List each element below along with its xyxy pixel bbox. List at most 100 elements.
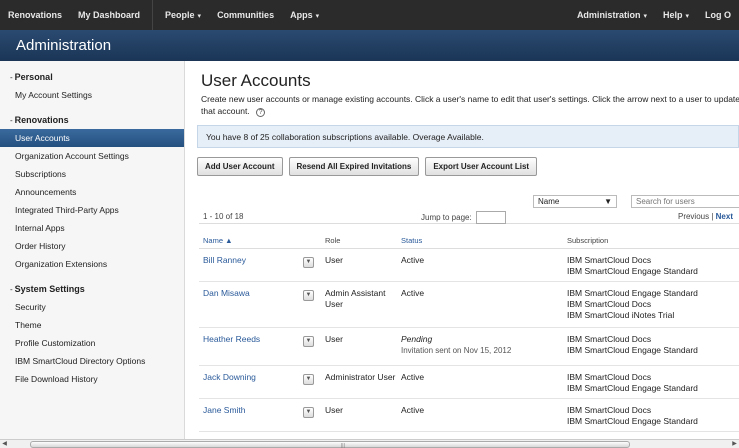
column-header-role: Role (325, 236, 341, 245)
sidebar-item[interactable]: Security (0, 298, 184, 316)
user-name-link[interactable]: Dan Misawa (199, 288, 303, 327)
scrollbar-thumb[interactable]: ||| (30, 441, 630, 448)
admin-header: Administration (0, 30, 739, 61)
table-row: Jane Smith ▼ User Active IBM SmartCloud Docs… (199, 399, 739, 432)
chevron-down-icon[interactable]: ▼ (303, 336, 314, 347)
subscription-item: IBM SmartCloud Docs (567, 255, 652, 265)
sidebar-item[interactable]: IBM SmartCloud Directory Options (0, 352, 184, 370)
sidebar-item[interactable]: Integrated Third-Party Apps (0, 201, 184, 219)
column-header-name-label: Name (203, 236, 224, 245)
top-nav-item[interactable]: Administration ▾ (569, 10, 655, 20)
user-subscriptions: IBM SmartCloud Docs IBM SmartCloud Engage… (567, 405, 739, 431)
previous-link[interactable]: Previous (678, 212, 709, 221)
top-nav-item[interactable]: Apps ▾ (282, 10, 327, 20)
add-user-account-button[interactable]: Add User Account (197, 157, 283, 176)
chevron-down-icon: ▾ (643, 13, 647, 20)
top-nav-item-label: Help (662, 10, 683, 20)
sidebar-section-title: System Settings (14, 284, 85, 294)
user-name-link[interactable]: Heather Reeds (199, 334, 303, 365)
collapse-icon: - (10, 116, 13, 125)
sidebar-section-header[interactable]: - Renovations (0, 112, 184, 129)
subscription-item: IBM SmartCloud Docs (567, 372, 652, 382)
sidebar-item[interactable]: Organization Extensions (0, 255, 184, 273)
subscription-item: IBM SmartCloud Engage Standard (567, 345, 698, 355)
top-nav-item[interactable]: Help ▾ (655, 10, 697, 20)
sidebar-item[interactable]: My Account Settings (0, 86, 184, 104)
horizontal-scrollbar[interactable]: ◀ ||| ▶ (0, 439, 739, 448)
header-title: Administration (16, 37, 112, 54)
status-value: Active (401, 288, 425, 298)
sidebar-item[interactable]: User Accounts (0, 129, 184, 147)
collapse-icon: - (10, 285, 13, 294)
chevron-down-icon: ▾ (197, 13, 202, 20)
filter-row: Name ▼ (533, 195, 739, 208)
row-action-cell: ▼ (303, 405, 325, 431)
scrollbar-grip-icon: ||| (341, 443, 345, 448)
sidebar-item[interactable]: File Download History (0, 370, 184, 388)
column-header-status[interactable]: Status (401, 236, 567, 245)
sidebar-section-header[interactable]: - System Settings (0, 281, 184, 298)
chevron-down-icon[interactable]: ▼ (303, 374, 314, 385)
user-status: Active (401, 288, 567, 327)
subscription-item: IBM SmartCloud Docs (567, 405, 652, 415)
search-users-input[interactable] (631, 195, 739, 208)
next-link[interactable]: Next (716, 212, 733, 221)
user-subscriptions: IBM SmartCloud Engage Standard IBM SmartC… (567, 288, 739, 327)
chevron-down-icon[interactable]: ▼ (303, 257, 314, 268)
help-icon[interactable]: ? (256, 108, 266, 117)
sidebar-item[interactable]: Profile Customization (0, 334, 184, 352)
jump-to-page-input[interactable] (475, 211, 506, 224)
sidebar-item[interactable]: Announcements (0, 183, 184, 201)
top-nav-item-label: Administration (576, 10, 641, 20)
subscription-item: IBM SmartCloud Docs (567, 299, 652, 309)
subscription-notice: You have 8 of 25 collaboration subscript… (197, 125, 739, 148)
top-navigation-bar: Renovations My Dashboard People ▾ Communitie… (0, 0, 739, 30)
resend-invitations-button[interactable]: Resend All Expired Invitations (288, 157, 420, 176)
status-value: Active (401, 255, 425, 265)
top-nav-item[interactable]: Renovations (0, 10, 70, 20)
table-row: Jack Downing ▼ Administrator User Active IBM… (199, 366, 739, 399)
scroll-right-icon[interactable]: ▶ (730, 440, 739, 448)
subscription-item: IBM SmartCloud iNotes Trial (567, 310, 675, 320)
top-nav-item[interactable]: Communities (209, 10, 282, 20)
user-role: User (325, 255, 343, 265)
subscription-item: IBM SmartCloud Engage Standard (567, 266, 698, 276)
user-subscriptions: IBM SmartCloud Docs IBM SmartCloud Engage… (567, 255, 739, 281)
column-header-subscription: Subscription (567, 236, 609, 245)
top-nav-item-label: Renovations (8, 10, 63, 20)
chevron-down-icon: ▾ (315, 13, 320, 20)
sidebar-section-header[interactable]: - Personal (0, 69, 184, 86)
user-role: Administrator User (325, 372, 396, 382)
table-body: Bill Ranney ▼ User Active IBM SmartCloud Doc… (199, 249, 739, 432)
status-value: Active (401, 372, 425, 382)
top-nav-item[interactable]: My Dashboard (70, 10, 148, 20)
row-action-cell: ▼ (303, 255, 325, 281)
filter-field-select[interactable]: Name ▼ (533, 195, 617, 208)
user-name-link[interactable]: Bill Ranney (199, 255, 303, 281)
sidebar-item[interactable]: Subscriptions (0, 165, 184, 183)
top-nav-item[interactable]: Log O (697, 10, 739, 20)
table-row: Dan Misawa ▼ Admin Assistant User Active IBM… (199, 282, 739, 328)
user-role: Admin Assistant User (325, 288, 386, 309)
top-nav-item[interactable]: People ▾ (157, 10, 209, 20)
sidebar-item[interactable]: Internal Apps (0, 219, 184, 237)
user-name-link[interactable]: Jack Downing (199, 372, 303, 398)
export-user-list-button[interactable]: Export User Account List (425, 157, 538, 176)
sidebar-item[interactable]: Organization Account Settings (0, 147, 184, 165)
user-name-link[interactable]: Jane Smith (199, 405, 303, 431)
user-subscriptions: IBM SmartCloud Docs IBM SmartCloud Engage… (567, 334, 739, 365)
sidebar-item[interactable]: Order History (0, 237, 184, 255)
chevron-down-icon[interactable]: ▼ (303, 407, 314, 418)
chevron-down-icon[interactable]: ▼ (303, 290, 314, 301)
collapse-icon: - (10, 73, 13, 82)
sidebar-item[interactable]: Theme (0, 316, 184, 334)
scroll-left-icon[interactable]: ◀ (0, 440, 9, 448)
user-status: Pending Invitation sent on Nov 15, 2012 (401, 334, 567, 365)
column-header-name[interactable]: Name ▲ (199, 236, 303, 245)
user-status: Active (401, 255, 567, 281)
row-action-cell: ▼ (303, 288, 325, 327)
top-nav-item-label: Communities (217, 10, 275, 20)
